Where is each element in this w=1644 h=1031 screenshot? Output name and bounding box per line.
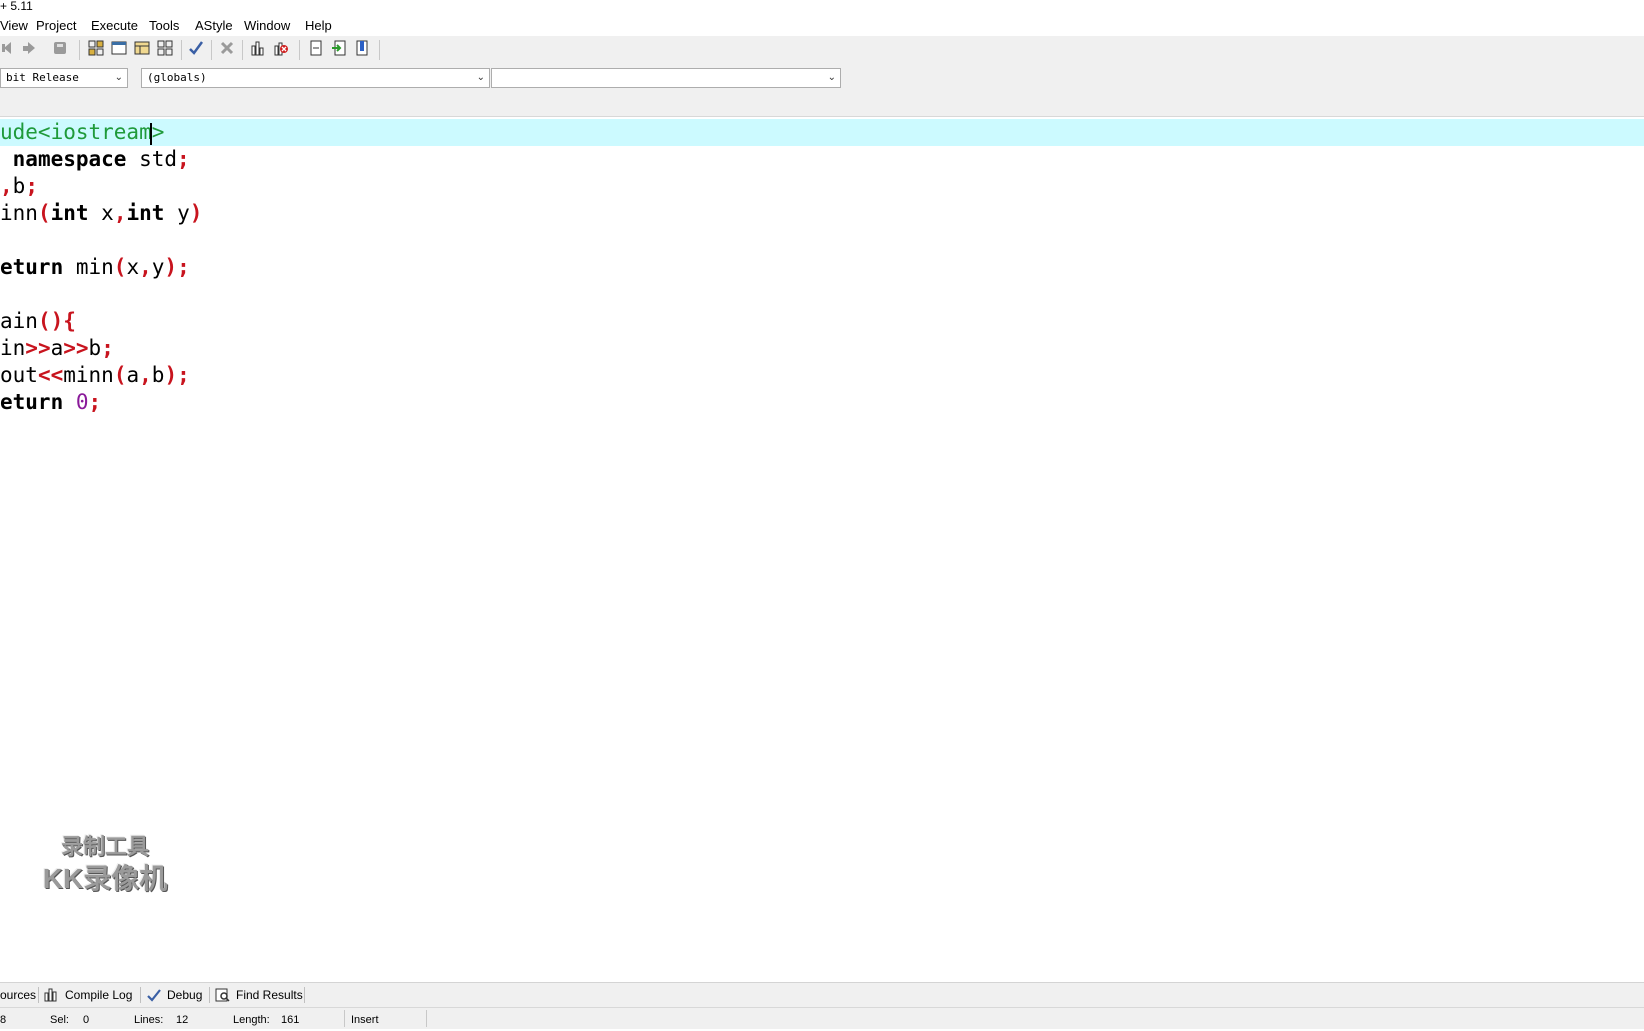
code-line-5[interactable] [0,227,1644,254]
import-icon[interactable] [330,39,348,57]
editor-tab-strip [0,94,1644,117]
tab-compile-log[interactable]: Compile Log [44,983,132,1007]
grid-icon[interactable] [87,39,105,57]
code-line-4[interactable]: inn(int x,int y) [0,200,1644,227]
chevron-down-icon: ⌄ [827,72,836,83]
tab-resources[interactable]: ources [0,983,36,1007]
chevron-down-icon: ⌄ [476,72,485,83]
tab-find-results-label: Find Results [236,988,303,1002]
watermark-line-1: 录制工具 [60,834,149,859]
page-icon[interactable] [307,39,325,57]
menu-view[interactable]: View [0,16,28,36]
tab-find-results[interactable]: Find Results [215,983,303,1007]
status-bar: 8 Sel: 0 Lines: 12 Length: 161 Insert [0,1007,1644,1029]
tab-compile-log-label: Compile Log [65,988,133,1002]
close-icon[interactable] [218,39,236,57]
compile-log-icon [44,988,60,1002]
table-icon[interactable] [133,39,151,57]
recorder-watermark: 录制工具 KK录像机 [30,832,180,902]
chart-icon[interactable] [249,39,267,57]
code-line-3[interactable]: ,b; [0,173,1644,200]
undo-icon[interactable] [0,39,18,57]
menu-window[interactable]: Window [244,16,290,36]
tab-debug-label: Debug [167,988,203,1002]
scope-select[interactable]: (globals) ⌄ [141,68,490,88]
member-select[interactable]: ⌄ [491,68,841,88]
debug-check-icon [146,988,162,1002]
selector-toolbar: bit Release ⌄ (globals) ⌄ ⌄ [0,64,1644,94]
build-config-select[interactable]: bit Release ⌄ [0,68,128,88]
build-config-value: bit Release [6,71,79,84]
code-line-10[interactable]: out<<minn(a,b); [0,362,1644,389]
chevron-down-icon: ⌄ [114,72,123,83]
tiles-icon[interactable] [156,39,174,57]
code-line-6[interactable]: eturn min(x,y); [0,254,1644,281]
tab-debug[interactable]: Debug [146,983,202,1007]
menu-help[interactable]: Help [305,16,332,36]
watermark-line-2: KK录像机 [42,863,168,894]
menu-execute[interactable]: Execute [91,16,138,36]
save-icon[interactable] [51,39,69,57]
scope-value: (globals) [147,71,207,84]
menu-astyle[interactable]: AStyle [195,16,233,36]
code-line-7[interactable] [0,281,1644,308]
check-icon[interactable] [187,39,205,57]
main-toolbar [0,36,1644,65]
window-title: + 5.11 [0,0,33,13]
window-icon[interactable] [110,39,128,57]
code-line-2[interactable]: namespace std; [0,146,1644,173]
profile-icon[interactable] [272,39,290,57]
menu-bar: View Project Execute Tools AStyle Window… [0,16,1644,36]
code-line-9[interactable]: in>>a>>b; [0,335,1644,362]
redo-icon[interactable] [21,39,39,57]
menu-project[interactable]: Project [36,16,76,36]
text-caret [150,123,152,145]
menu-tools[interactable]: Tools [149,16,179,36]
code-line-8[interactable]: ain(){ [0,308,1644,335]
tab-resources-label: ources [0,988,37,1002]
code-line-1[interactable]: ude<iostream> [0,119,1644,146]
code-editor[interactable]: ude<iostream> namespace std; ,b; inn(int… [0,117,1644,980]
code-line-11[interactable]: eturn 0; [0,389,1644,416]
bottom-panel-tabs: ources Compile Log Debug Find Results [0,982,1644,1007]
bookmark-icon[interactable] [353,39,371,57]
find-results-icon [215,988,231,1002]
